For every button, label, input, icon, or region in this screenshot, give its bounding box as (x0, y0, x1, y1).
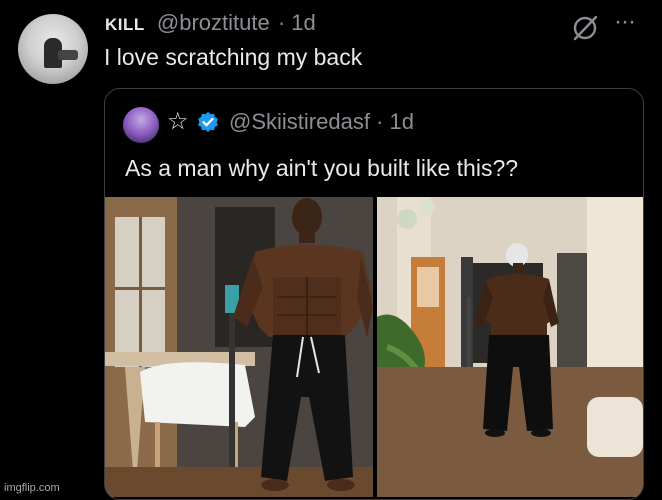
photo-front-pose[interactable] (105, 197, 373, 497)
avatar-object (58, 50, 78, 60)
quoted-handle-text[interactable]: @Skiistiredasf (229, 109, 370, 134)
display-name[interactable]: KILL (105, 15, 145, 34)
tweet-header: KILL @broztitute · 1d (105, 10, 316, 38)
author-handle[interactable]: @broztitute (157, 10, 270, 35)
tweet-time[interactable]: · 1d (278, 10, 316, 35)
quoted-avatar[interactable] (123, 107, 159, 143)
photo-back-pose[interactable] (377, 197, 643, 497)
quoted-media[interactable] (105, 197, 643, 499)
quoted-text: As a man why ain't you built like this?? (125, 155, 519, 181)
grok-icon[interactable] (570, 13, 600, 43)
star-icon: ☆ (167, 108, 189, 135)
author-avatar[interactable] (18, 14, 88, 84)
quoted-tweet[interactable]: ☆ @Skiistiredasf · 1d As a man why ain't… (104, 88, 644, 500)
watermark: imgflip.com (4, 482, 60, 494)
tweet-text: I love scratching my back (104, 44, 363, 70)
quoted-time[interactable]: · 1d (376, 109, 414, 134)
verified-badge-icon (198, 112, 218, 132)
quoted-handle[interactable]: @Skiistiredasf · 1d (229, 109, 414, 135)
more-icon[interactable]: ··· (614, 8, 636, 36)
